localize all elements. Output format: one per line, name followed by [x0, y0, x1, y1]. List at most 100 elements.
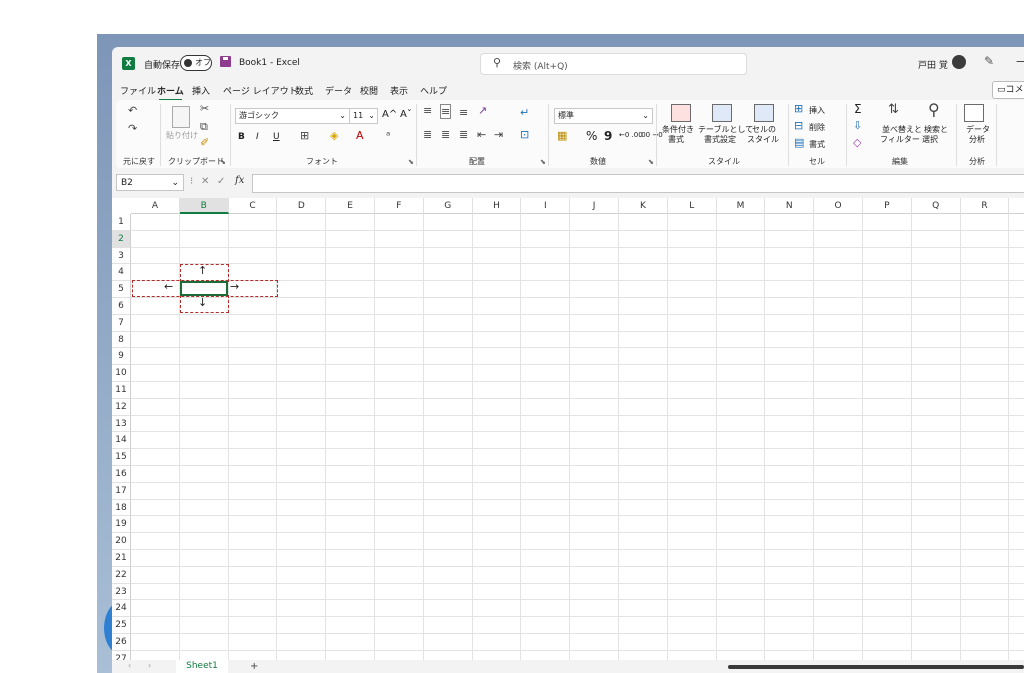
name-box[interactable]: B2 ⌄ — [116, 174, 184, 191]
fill-icon[interactable]: ⇩ — [853, 119, 862, 132]
column-header[interactable]: A — [131, 198, 180, 214]
column-header[interactable]: C — [228, 198, 278, 214]
tab-page-layout[interactable]: ページ レイアウト — [223, 84, 298, 97]
spreadsheet-grid[interactable]: 27 26 25 24 23 22 21 20 19 18 17 16 15 14 13 12 11 10 9 8 7 6… — [112, 198, 1024, 660]
phonetic-icon[interactable]: ᵃ — [386, 129, 390, 142]
copy-icon[interactable]: ⧉ — [200, 120, 208, 134]
orientation-icon[interactable]: ↗ — [478, 104, 487, 117]
find-select-icon[interactable]: ⚲ — [928, 100, 940, 119]
decrease-decimal-button[interactable]: .00 →0 — [639, 131, 663, 139]
row-header[interactable]: 9 — [112, 348, 131, 366]
insert-function-button[interactable]: fx — [235, 175, 244, 186]
row-header[interactable]: 5 — [112, 281, 131, 298]
row-header[interactable]: 17 — [112, 482, 131, 500]
row-header[interactable]: 7 — [112, 314, 131, 332]
paste-label[interactable]: 貼り付け — [166, 130, 198, 141]
formula-input[interactable] — [252, 174, 1024, 193]
analyze-data-label-2[interactable]: 分析 — [969, 134, 985, 145]
tab-help[interactable]: ヘルプ — [420, 84, 447, 97]
paste-icon[interactable] — [172, 106, 190, 128]
autosum-button[interactable]: Σ — [854, 102, 862, 116]
tab-file[interactable]: ファイル — [120, 84, 156, 97]
cancel-icon[interactable]: ✕ — [201, 176, 209, 187]
row-header[interactable]: 2 — [112, 230, 131, 248]
align-bottom-icon[interactable]: ≡ — [459, 106, 468, 119]
fill-color-icon[interactable]: ◈ — [330, 129, 338, 142]
row-header[interactable]: 26 — [112, 634, 131, 651]
next-sheet-icon[interactable]: › — [148, 661, 151, 670]
row-header[interactable]: 6 — [112, 298, 131, 315]
border-icon[interactable]: ⊞ — [300, 129, 309, 142]
prev-sheet-icon[interactable]: ‹ — [128, 661, 131, 670]
row-header[interactable]: 18 — [112, 499, 131, 517]
analyze-data-icon[interactable] — [964, 104, 984, 122]
row-header[interactable]: 10 — [112, 365, 131, 382]
cut-icon[interactable]: ✂ — [200, 102, 209, 115]
sheet-tab[interactable]: Sheet1 — [176, 660, 228, 673]
column-header[interactable]: G — [423, 198, 473, 214]
merge-center-icon[interactable]: ⊡ — [520, 128, 529, 141]
row-header[interactable]: 22 — [112, 566, 131, 584]
row-header[interactable]: 3 — [112, 247, 131, 265]
delete-cells-icon[interactable]: ⊟ — [794, 119, 803, 132]
sort-filter-icon[interactable]: ⇅ — [888, 102, 899, 117]
row-header[interactable]: 23 — [112, 583, 131, 601]
minimize-button[interactable]: — — [1016, 54, 1024, 68]
conditional-format-label-2[interactable]: 書式 — [668, 134, 684, 145]
row-header[interactable]: 27 — [112, 650, 131, 660]
row-header[interactable]: 16 — [112, 466, 131, 483]
align-middle-icon[interactable]: ≡ — [440, 104, 452, 119]
sort-filter-label-2[interactable]: フィルター — [880, 134, 920, 145]
column-header[interactable]: O — [814, 198, 863, 214]
wrap-text-icon[interactable]: ↵ — [520, 106, 529, 119]
alignment-launcher-icon[interactable]: ⬊ — [540, 158, 546, 166]
row-header[interactable]: 15 — [112, 449, 131, 466]
grow-font-button[interactable]: A^ — [382, 109, 397, 120]
tab-home[interactable]: ホーム — [157, 84, 184, 101]
save-icon[interactable] — [220, 56, 231, 67]
row-header[interactable]: 11 — [112, 382, 131, 399]
tab-data[interactable]: データ — [325, 84, 352, 97]
column-header[interactable]: F — [375, 198, 424, 214]
tab-view[interactable]: 表示 — [390, 84, 408, 97]
row-header[interactable]: 14 — [112, 432, 131, 450]
column-header[interactable]: B — [179, 198, 229, 214]
align-left-icon[interactable]: ≣ — [423, 128, 432, 141]
font-name-select[interactable]: 游ゴシック ⌄ — [235, 108, 350, 124]
font-color-icon[interactable]: A — [356, 129, 364, 142]
row-header[interactable]: 13 — [112, 415, 131, 433]
align-right-icon[interactable]: ≣ — [459, 128, 468, 141]
column-header[interactable]: J — [570, 198, 619, 214]
column-header[interactable]: R — [960, 198, 1010, 214]
autosave-toggle[interactable]: オフ — [180, 55, 212, 71]
add-sheet-button[interactable]: + — [250, 661, 258, 672]
confirm-icon[interactable]: ✓ — [217, 176, 225, 187]
column-header[interactable]: P — [863, 198, 912, 214]
redo-icon[interactable]: ↷ — [128, 122, 137, 135]
align-top-icon[interactable]: ≡ — [423, 104, 432, 117]
format-as-table-label-2[interactable]: 書式設定 — [704, 134, 736, 145]
percent-button[interactable]: % — [586, 129, 597, 143]
cell-styles-label-2[interactable]: スタイル — [747, 134, 779, 145]
cell-styles-icon[interactable] — [754, 104, 774, 122]
row-header[interactable]: 25 — [112, 617, 131, 634]
format-cells-label[interactable]: 書式 — [809, 139, 825, 150]
font-launcher-icon[interactable]: ⬊ — [408, 158, 414, 166]
avatar[interactable] — [952, 55, 966, 69]
increase-indent-icon[interactable]: ⇥ — [494, 128, 503, 141]
format-painter-icon[interactable]: ✐ — [200, 136, 209, 149]
align-center-icon[interactable]: ≣ — [441, 128, 450, 141]
format-as-table-icon[interactable] — [712, 104, 732, 122]
column-header[interactable]: I — [521, 198, 571, 214]
column-header[interactable]: M — [716, 198, 766, 214]
row-header[interactable]: 21 — [112, 550, 131, 567]
row-header[interactable]: 8 — [112, 331, 131, 349]
user-name[interactable]: 戸田 覚 — [918, 58, 948, 71]
selected-cell[interactable] — [180, 281, 228, 296]
comment-button[interactable]: ▭コメント — [992, 81, 1024, 99]
underline-button[interactable]: U — [273, 132, 280, 142]
row-header[interactable]: 4 — [112, 264, 131, 282]
row-header[interactable]: 20 — [112, 533, 131, 550]
row-header[interactable]: 1 — [112, 214, 131, 231]
italic-button[interactable]: I — [256, 132, 259, 142]
